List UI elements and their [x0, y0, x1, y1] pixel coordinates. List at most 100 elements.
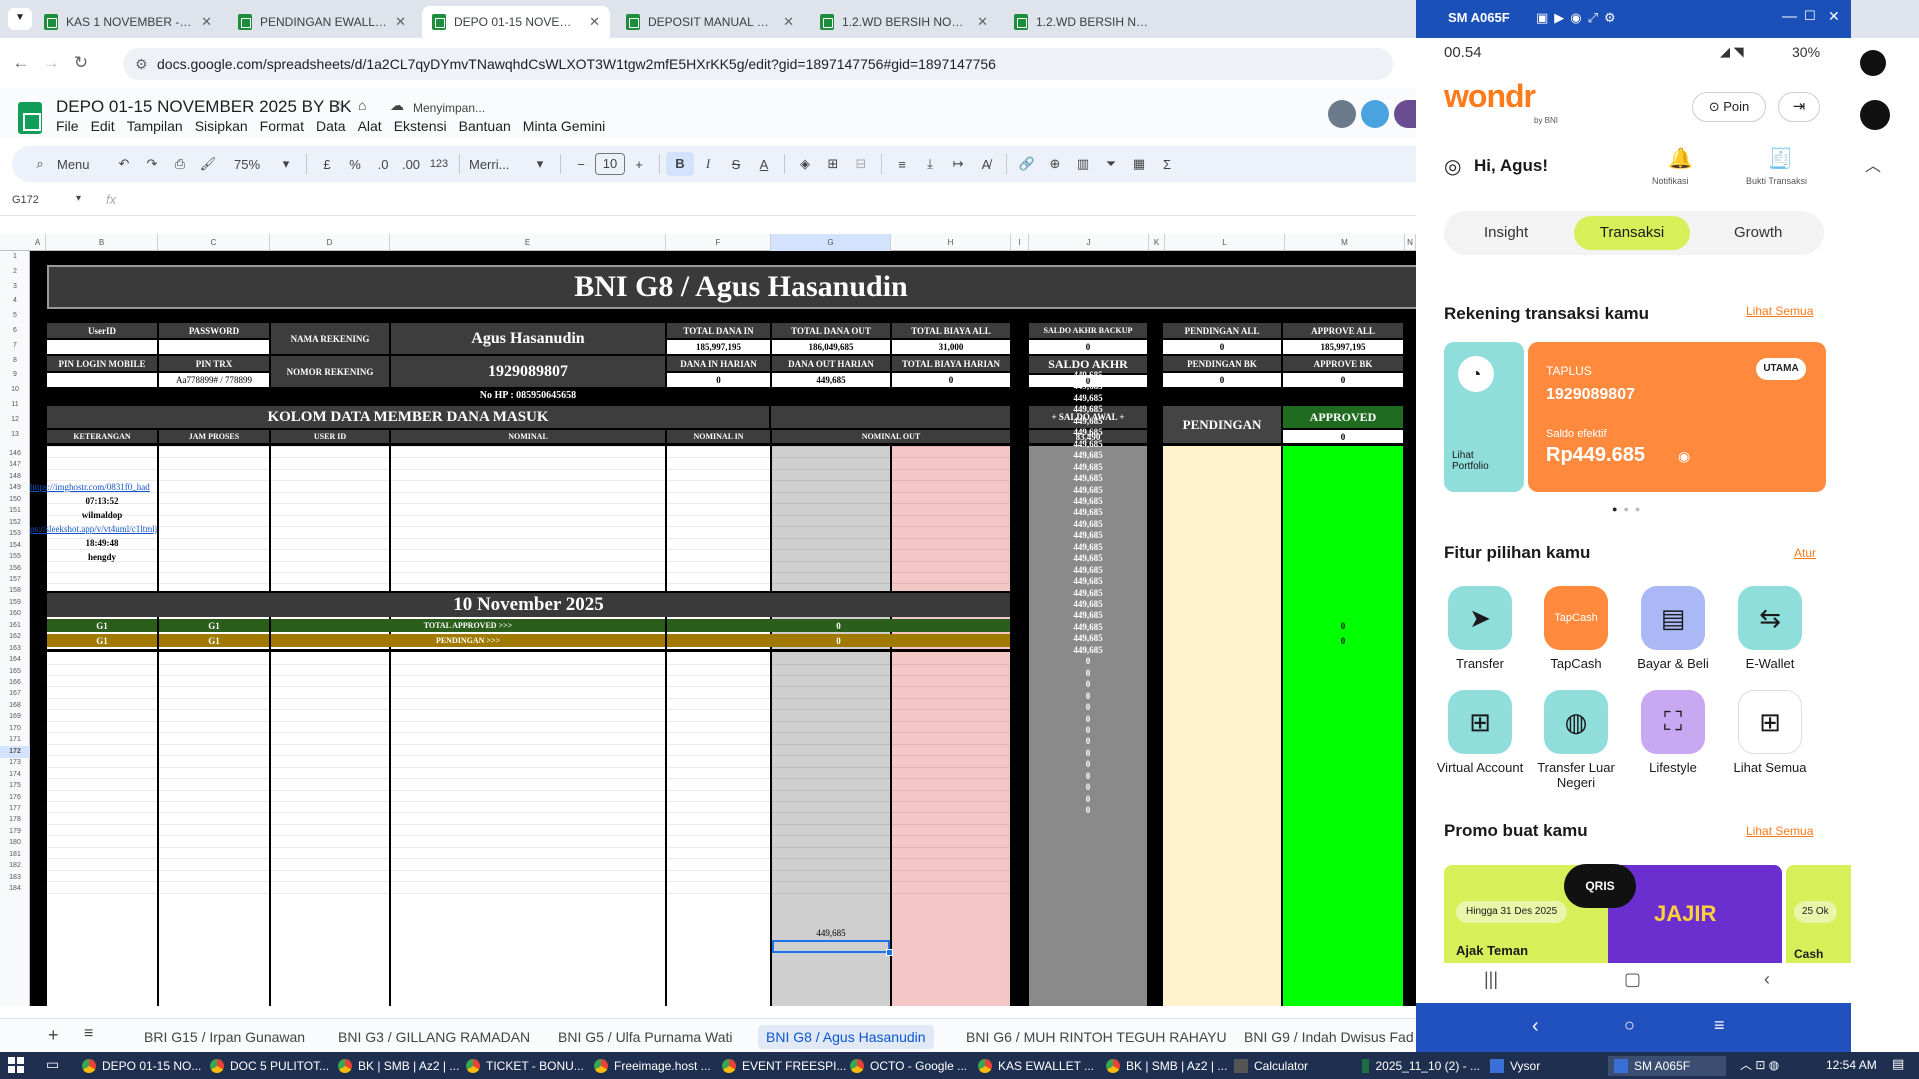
font-size-decrease-button[interactable]: − — [567, 157, 595, 172]
notif-label[interactable]: Notifikasi — [1652, 176, 1689, 186]
menu-data[interactable]: Data — [316, 118, 346, 134]
font-size-input[interactable]: 10 — [595, 153, 625, 175]
taskbar-item[interactable]: BK | SMB | Az2 | ... — [1106, 1056, 1227, 1076]
column-header[interactable]: M — [1285, 234, 1405, 251]
decrease-decimal-button[interactable]: .0 — [369, 157, 397, 172]
filter-views-icon[interactable]: ▦ — [1125, 156, 1153, 172]
nohp-value[interactable]: No HP : 085950645658 — [391, 389, 665, 402]
row-header[interactable]: 166 — [0, 677, 30, 689]
row-header[interactable]: 179 — [0, 826, 30, 838]
receipt-icon[interactable]: 🧾 — [1768, 146, 1793, 171]
selected-cell[interactable] — [772, 940, 890, 953]
insert-link-icon[interactable]: 🔗 — [1013, 156, 1041, 172]
start-icon[interactable] — [8, 1057, 24, 1073]
name-box[interactable]: G172 — [12, 194, 39, 206]
row-header[interactable]: 169 — [0, 711, 30, 723]
bold-button[interactable]: B — [666, 152, 694, 176]
all-sheets-icon[interactable]: ≡ — [84, 1025, 93, 1043]
row-header[interactable]: 162 — [0, 631, 30, 643]
zoom-select[interactable]: 75% — [222, 157, 272, 172]
saldo-cell[interactable]: 0 — [1029, 759, 1147, 769]
row-header[interactable]: 176 — [0, 792, 30, 804]
taskbar-item[interactable]: DOC 5 PULITOT... — [210, 1056, 329, 1076]
column-header[interactable]: G — [771, 234, 891, 251]
poin-button[interactable]: ⊙ Poin — [1692, 92, 1766, 122]
fill-handle[interactable] — [886, 949, 893, 956]
saldo-cell[interactable]: 0 — [1029, 668, 1147, 678]
saldo-cell[interactable]: 449,685 — [1029, 610, 1147, 620]
saldo-cell[interactable]: 449,685 — [1029, 450, 1147, 460]
saldo-cell[interactable]: 449,685 — [1029, 622, 1147, 632]
feature-transfer[interactable]: ➤ Transfer — [1434, 586, 1526, 671]
close-tab-icon[interactable]: ✕ — [977, 14, 988, 30]
row-header[interactable]: 158 — [0, 585, 30, 597]
approved-zero[interactable]: 0 — [1283, 636, 1403, 646]
col-user-id[interactable] — [271, 446, 389, 1006]
insert-chart-icon[interactable]: ▥ — [1069, 156, 1097, 172]
row-header[interactable]: 163 — [0, 643, 30, 655]
row-header[interactable]: 10 — [0, 384, 30, 396]
total-dana-in-value[interactable]: 185,997,195 — [667, 340, 770, 354]
close-tab-icon[interactable]: ✕ — [395, 14, 406, 30]
saldo-cell[interactable]: 449,685 — [1029, 565, 1147, 575]
back-icon[interactable]: ← — [8, 50, 34, 76]
menu-search-label[interactable]: Menu — [54, 157, 110, 172]
row-header[interactable]: 146 — [0, 448, 30, 460]
saldo-cell[interactable]: 0 — [1029, 794, 1147, 804]
pin-trx-value[interactable]: Aa778899# / 778899 — [159, 373, 269, 387]
column-header[interactable]: J — [1029, 234, 1149, 251]
row-header[interactable]: 178 — [0, 814, 30, 826]
row-header[interactable]: 150 — [0, 494, 30, 506]
chevron-down-icon[interactable]: ▾ — [272, 156, 300, 172]
text-rotate-icon[interactable]: A̸ — [972, 157, 1000, 172]
collaborator-avatar[interactable] — [1361, 100, 1389, 128]
font-select[interactable]: Merri... — [466, 157, 526, 172]
row-header[interactable]: 159 — [0, 597, 30, 609]
pendingan-row-value[interactable]: 0 — [667, 634, 1010, 647]
dana-out-harian-value[interactable]: 449,685 — [772, 373, 890, 387]
taskbar-item[interactable]: EVENT FREESPI... — [722, 1056, 846, 1076]
menu-help[interactable]: Bantuan — [459, 118, 511, 134]
saldo-cell[interactable]: 449,685 — [1029, 588, 1147, 598]
taskbar-item[interactable]: Calculator — [1234, 1056, 1352, 1076]
taskbar-item[interactable]: Vysor — [1490, 1056, 1600, 1076]
sheet-tab[interactable]: BNI G5 / Ulfa Purnama Wati — [550, 1025, 741, 1049]
saldo-cell[interactable]: 449,685 — [1029, 439, 1147, 449]
close-icon[interactable]: ✕ — [1828, 8, 1840, 25]
col-nominal-out-h[interactable] — [892, 446, 1010, 1006]
sheet-tab[interactable]: BNI G3 / GILLANG RAMADAN — [330, 1025, 538, 1049]
approve-bk-value[interactable]: 0 — [1283, 373, 1403, 387]
row-header[interactable]: 4 — [0, 295, 30, 307]
total-dana-out-value[interactable]: 186,049,685 — [772, 340, 890, 354]
row-header[interactable]: 5 — [0, 310, 30, 322]
row-header[interactable]: 160 — [0, 608, 30, 620]
saldo-cell[interactable]: 449,685 — [1029, 370, 1147, 380]
col-nominal-out-g[interactable] — [772, 446, 890, 1006]
row-header[interactable]: 155 — [0, 551, 30, 563]
menu-edit[interactable]: Edit — [91, 118, 115, 134]
total-biaya-value[interactable]: 31,000 — [892, 340, 1010, 354]
menu-gemini[interactable]: Minta Gemini — [523, 118, 605, 134]
minimize-icon[interactable]: — — [1782, 8, 1797, 25]
reload-icon[interactable]: ↻ — [68, 50, 94, 76]
saldo-cell[interactable]: 449,685 — [1029, 633, 1147, 643]
redo-icon[interactable]: ↷ — [138, 156, 166, 172]
row-header[interactable]: 172 — [0, 745, 30, 758]
total-approved-value[interactable]: 0 — [667, 619, 1010, 632]
atur-link[interactable]: Atur — [1794, 546, 1816, 560]
browser-tab[interactable]: DEPOSIT MANUAL 01-30 NOVE✕ — [616, 6, 804, 38]
row-header[interactable]: 2 — [0, 266, 30, 278]
col-pendingan[interactable] — [1163, 446, 1281, 1006]
url-field[interactable]: ⚙ docs.google.com/spreadsheets/d/1a2CL7q… — [123, 48, 1393, 80]
row-header[interactable]: 164 — [0, 654, 30, 666]
column-header[interactable]: A — [30, 234, 46, 251]
nominal-out-cell[interactable]: 449,685 — [772, 928, 890, 938]
taskbar-item[interactable]: OCTO - Google ... — [850, 1056, 968, 1076]
nama-rekening-value[interactable]: Agus Hasanudin — [391, 323, 665, 354]
row-header[interactable]: 156 — [0, 563, 30, 575]
borders-icon[interactable]: ⊞ — [819, 156, 847, 172]
row-header[interactable]: 152 — [0, 517, 30, 529]
saldo-cell[interactable]: 449,685 — [1029, 404, 1147, 414]
close-tab-icon[interactable]: ✕ — [201, 14, 212, 30]
userid-cell[interactable] — [47, 340, 157, 354]
